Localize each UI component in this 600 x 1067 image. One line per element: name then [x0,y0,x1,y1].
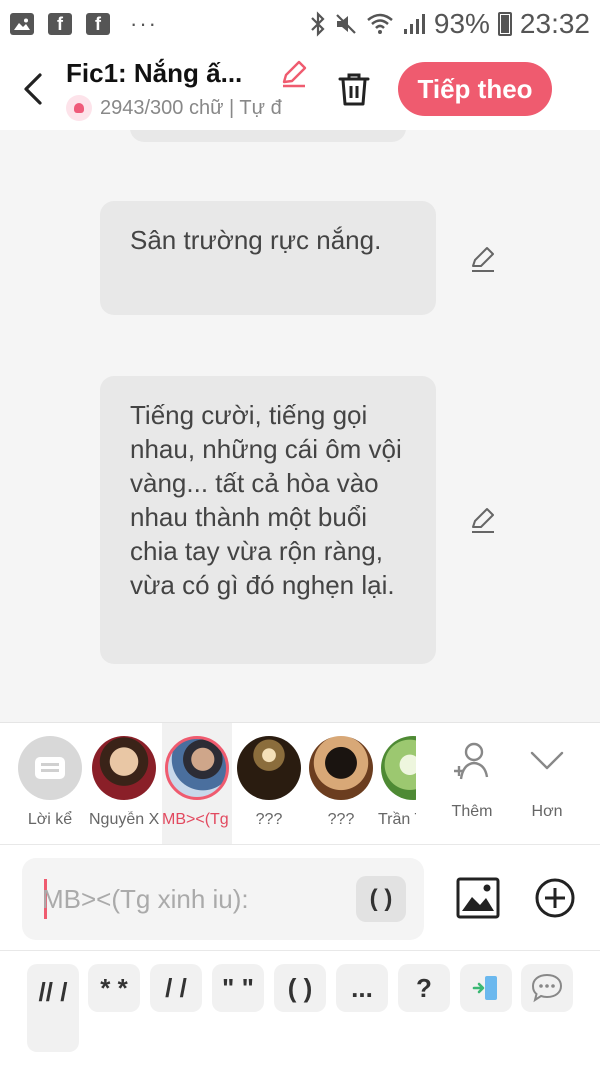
wifi-icon [367,13,393,34]
status-bar: f f ··· 93% 23:32 [0,0,600,48]
edit-message-button[interactable] [468,244,498,274]
composer: MB><(Tg xinh iu): ( ) [0,844,600,950]
bell-icon [66,95,92,121]
avatar [92,736,156,800]
phone-import-icon [472,976,497,1000]
character-label: Lời kể [27,811,73,828]
character-item[interactable]: Trần T [378,723,416,845]
shortcut-keys: // / * * / / " " ( ) ... ? [0,950,600,1067]
character-label: ??? [255,811,283,828]
chat-bubble-icon [531,973,563,1003]
character-selector: Lời kể Nguyễn X... MB><(Tg x... ??? ??? … [0,722,600,845]
shortcut-key[interactable]: / / [150,964,202,1012]
edit-title-button[interactable] [278,57,310,89]
more-notifications-icon: ··· [130,11,158,36]
more-characters-button[interactable]: Hơn [517,723,577,845]
delete-button[interactable] [334,69,374,109]
message-input[interactable]: MB><(Tg xinh iu): ( ) [22,858,424,940]
word-count: 2943/300 chữ | Tự đ [100,96,282,119]
chevron-left-icon [24,73,42,105]
avatar [237,736,301,800]
parentheses-button[interactable]: ( ) [356,876,406,922]
bluetooth-icon [311,11,325,37]
insert-image-button[interactable] [456,877,500,919]
pencil-icon [472,247,494,272]
message-input-placeholder: MB><(Tg xinh iu): [42,884,249,914]
character-label: MB><(Tg x... [162,811,232,828]
character-item-selected[interactable]: MB><(Tg x... [162,723,232,845]
shortcut-key[interactable]: ? [398,964,450,1012]
character-item[interactable]: ??? [234,723,304,845]
shortcut-key[interactable]: " " [212,964,264,1012]
avatar [381,736,416,800]
battery-icon [497,12,512,36]
story-messages: Sân trường rực nắng. Tiếng cười, tiếng g… [0,130,600,722]
add-character-label: Thêm [451,803,493,820]
avatar [309,736,373,800]
narrator-icon [18,736,82,800]
add-content-button[interactable] [534,877,576,919]
phone-shortcut-button[interactable] [460,964,512,1012]
add-character-button[interactable]: Thêm [442,723,502,845]
signal-icon [403,14,425,34]
clock: 23:32 [519,8,590,39]
character-label: Nguyễn X... [89,811,159,828]
next-button[interactable]: Tiếp theo [398,62,552,116]
mute-icon [336,14,356,34]
edit-message-button[interactable] [468,505,498,535]
message-bubble[interactable]: Sân trường rực nắng. [100,201,436,315]
character-label: Trần T [378,811,416,828]
shortcut-key[interactable]: * * [88,964,140,1012]
back-button[interactable] [0,48,66,130]
message-bubble-partial[interactable] [130,130,406,142]
character-label: ??? [327,811,355,828]
facebook-notification-icon-2: f [86,13,110,35]
chevron-down-icon [530,751,564,770]
shortcut-key[interactable]: ... [336,964,388,1012]
avatar [165,736,229,800]
pencil-icon [282,60,307,88]
system-status: 93% 23:32 [310,8,590,40]
character-item[interactable]: ??? [306,723,376,845]
character-item[interactable]: Nguyễn X... [89,723,159,845]
facebook-notification-icon: f [48,13,72,35]
story-info: Fic1: Nắng ấ... 2943/300 chữ | Tự đ [66,57,314,121]
shortcut-key[interactable]: // / [27,964,79,1052]
shortcut-key[interactable]: ( ) [274,964,326,1012]
notification-icons: f f ··· [10,11,158,37]
message-bubble[interactable]: Tiếng cười, tiếng gọi nhau, những cái ôm… [100,376,436,664]
plus-circle-icon [535,878,575,918]
character-narrator[interactable]: Lời kể [15,723,85,845]
more-characters-label: Hơn [531,803,563,820]
image-icon [456,877,500,919]
trash-icon [338,73,370,106]
battery-percent: 93% [433,8,490,39]
gallery-notification-icon [10,13,34,35]
chat-bubble-shortcut-button[interactable] [521,964,573,1012]
editor-header: Fic1: Nắng ấ... 2943/300 chữ | Tự đ Tiếp… [0,48,600,130]
add-user-icon [454,742,489,780]
pencil-icon [472,508,494,533]
story-title[interactable]: Fic1: Nắng ấ... [66,58,266,89]
